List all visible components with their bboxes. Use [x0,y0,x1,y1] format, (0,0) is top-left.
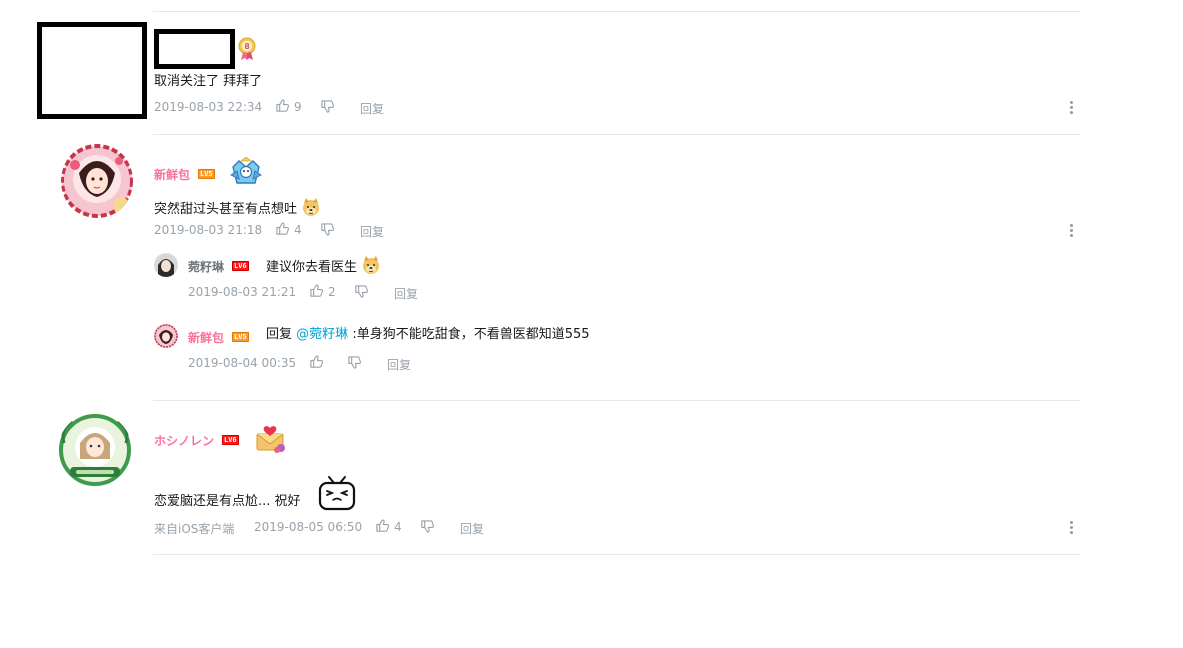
svg-text:8: 8 [244,42,250,51]
reply-username[interactable]: 新鲜包 [188,329,224,346]
divider [153,134,1080,135]
reply-text-content: 建议你去看医生 [266,260,358,275]
client-source: 来自iOS客户端 [154,522,235,536]
doge-emoji-icon [301,197,321,223]
divider [153,400,1080,401]
reply-text-content: :单身狗不能吃甜食，不看兽医都知道555 [352,327,590,342]
badge-icon: 8 [236,37,258,65]
username[interactable]: 新鲜包 [154,166,190,183]
dislike-icon[interactable] [347,355,362,374]
like-icon[interactable] [309,354,324,373]
reply-button[interactable]: 回复 [394,285,418,302]
envelope-gift-icon [255,424,287,458]
reply-time: 2019-08-04 00:35 [188,356,297,370]
avatar[interactable] [58,413,132,487]
reply-button[interactable]: 回复 [387,356,411,373]
like-count: 2 [328,285,336,299]
fan-medal-icon [229,156,263,191]
redacted-username [154,29,235,69]
reply-avatar[interactable] [154,253,178,277]
comment-text: 突然甜过头甚至有点想吐 [154,197,321,223]
comment-text-content: 恋爱脑还是有点尬... 祝好 [154,494,301,509]
level-badge: LV6 [232,261,249,271]
comment-time: 2019-08-03 22:34 [154,100,263,114]
dislike-icon[interactable] [320,222,335,241]
mention-link[interactable]: @菀籽琳 [296,327,348,342]
reply-time: 2019-08-03 21:21 [188,285,297,299]
like-icon[interactable] [375,518,390,537]
reply-text: 建议你去看医生 [266,255,381,281]
redacted-avatar [37,22,147,119]
avatar[interactable] [61,143,133,219]
level-badge: LV5 [232,332,249,342]
comment-text: 恋爱脑还是有点尬... 祝好 [154,493,301,511]
like-icon[interactable] [309,283,324,302]
reply-text: 回复 @菀籽琳 :单身狗不能吃甜食，不看兽医都知道555 [266,326,590,344]
more-options-icon[interactable] [1070,224,1074,239]
more-options-icon[interactable] [1070,101,1074,116]
like-count: 4 [294,223,302,237]
more-options-icon[interactable] [1070,521,1074,536]
reply-avatar[interactable] [154,324,178,348]
like-count: 4 [394,520,402,534]
like-count: 9 [294,100,302,114]
reply-button[interactable]: 回复 [460,520,484,537]
comment-time: 2019-08-05 06:50 [254,520,363,534]
comment-text: 取消关注了 拜拜了 [154,74,263,89]
reply-button[interactable]: 回复 [360,100,384,117]
divider-top [153,11,1080,12]
reply-username[interactable]: 菀籽琳 [188,258,224,275]
like-icon[interactable] [275,98,290,117]
tv-emoji-icon [318,475,356,515]
comment-time: 2019-08-03 21:18 [154,223,263,237]
dislike-icon[interactable] [354,284,369,303]
dislike-icon[interactable] [420,519,435,538]
comment-text-content: 突然甜过头甚至有点想吐 [154,202,298,217]
username[interactable]: ホシノレン [154,432,214,449]
divider [153,554,1080,555]
dislike-icon[interactable] [320,99,335,118]
level-badge: LV5 [198,169,215,179]
doge-emoji-icon [361,255,381,281]
reply-button[interactable]: 回复 [360,223,384,240]
reply-prefix: 回复 [266,327,293,342]
level-badge: LV6 [222,435,239,445]
like-icon[interactable] [275,221,290,240]
